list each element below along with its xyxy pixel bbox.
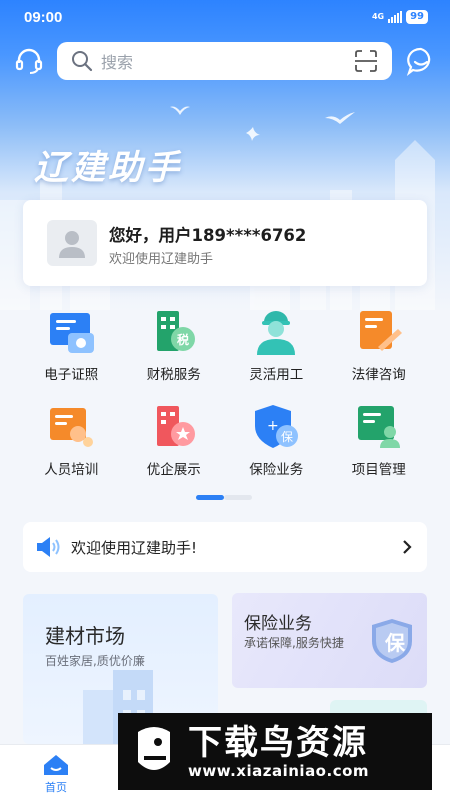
chevron-right-icon bbox=[403, 540, 412, 554]
grid-item-tax-service[interactable]: 税 财税服务 bbox=[123, 305, 226, 400]
user-greeting-card[interactable]: 您好，用户189****6762 欢迎使用辽建助手 bbox=[23, 200, 427, 286]
nav-home-label: 首页 bbox=[45, 781, 67, 794]
market-card-subtitle: 百姓家居,质优价廉 bbox=[45, 654, 145, 668]
training-icon bbox=[50, 408, 94, 447]
grid-item-flexible-employment[interactable]: 灵活用工 bbox=[225, 305, 328, 400]
grid-label: 人员培训 bbox=[44, 462, 99, 478]
bird-icon bbox=[170, 106, 190, 115]
insurance-badge: 保 bbox=[385, 631, 405, 655]
scan-icon[interactable] bbox=[354, 50, 378, 72]
search-row: 搜索 bbox=[0, 42, 450, 82]
svg-text:保: 保 bbox=[281, 430, 293, 444]
grid-label: 项目管理 bbox=[351, 462, 406, 478]
greeting-subtitle: 欢迎使用辽建助手 bbox=[109, 252, 214, 267]
notice-text: 欢迎使用辽建助手! bbox=[71, 538, 198, 557]
battery-indicator: 99 bbox=[406, 10, 428, 24]
insurance-shield-icon: + 保 bbox=[255, 405, 299, 448]
grid-item-staff-training[interactable]: 人员培训 bbox=[20, 400, 123, 495]
grid-label: 电子证照 bbox=[44, 367, 99, 383]
user-avatar-icon bbox=[59, 231, 85, 258]
grid-item-legal-consulting[interactable]: 法律咨询 bbox=[328, 305, 431, 400]
watermark-url: www.xiazainiao.com bbox=[188, 761, 370, 780]
worker-icon bbox=[257, 311, 296, 355]
watermark-overlay: 下载鸟资源 www.xiazainiao.com bbox=[118, 713, 432, 790]
bird-logo-icon bbox=[138, 726, 170, 770]
search-placeholder: 搜索 bbox=[101, 53, 134, 72]
certificate-icon bbox=[50, 313, 95, 353]
enterprise-star-icon bbox=[156, 406, 195, 446]
status-indicators: 4G 99 bbox=[372, 10, 428, 24]
search-icon bbox=[72, 51, 93, 72]
grid-label: 财税服务 bbox=[146, 367, 201, 383]
speaker-icon bbox=[37, 537, 60, 557]
insurance-card-title: 保险业务 bbox=[244, 614, 312, 634]
status-time: 09:00 bbox=[24, 8, 63, 26]
nav-home[interactable]: 首页 bbox=[36, 753, 76, 795]
network-label: 4G bbox=[371, 12, 385, 21]
tax-building-icon: 税 bbox=[156, 311, 195, 351]
avatar[interactable] bbox=[47, 220, 97, 266]
legal-document-icon bbox=[359, 311, 402, 351]
greeting-title: 您好，用户189****6762 bbox=[109, 226, 307, 245]
grid-item-enterprise-showcase[interactable]: 优企展示 bbox=[123, 400, 226, 495]
page-dot bbox=[224, 495, 252, 500]
home-icon bbox=[44, 755, 68, 775]
grid-label: 灵活用工 bbox=[249, 367, 304, 383]
hero-title: 辽建助手 bbox=[34, 148, 182, 188]
watermark-title: 下载鸟资源 bbox=[188, 722, 368, 763]
insurance-card-subtitle: 承诺保障,服务快捷 bbox=[244, 636, 344, 650]
grid-label: 优企展示 bbox=[146, 462, 201, 478]
bird-icon bbox=[246, 127, 260, 141]
search-input[interactable]: 搜索 bbox=[57, 42, 392, 80]
grid-item-project-management[interactable]: 项目管理 bbox=[328, 400, 431, 495]
status-bar: 09:00 4G 99 bbox=[0, 0, 450, 34]
grid-label: 法律咨询 bbox=[351, 367, 406, 383]
project-icon bbox=[357, 406, 400, 448]
insurance-card[interactable]: 保险业务 承诺保障,服务快捷 保 bbox=[232, 593, 427, 688]
grid-item-e-certificate[interactable]: 电子证照 bbox=[20, 305, 123, 400]
market-card-title: 建材市场 bbox=[45, 624, 125, 648]
grid-item-insurance[interactable]: + 保 保险业务 bbox=[225, 400, 328, 495]
grid-label: 保险业务 bbox=[249, 462, 304, 478]
customer-service-headset-icon[interactable] bbox=[14, 46, 44, 76]
signal-icon bbox=[388, 11, 403, 23]
svg-text:税: 税 bbox=[177, 332, 189, 347]
service-grid: 电子证照 税 财税服务 灵活用工 法律咨询 人员培训 优企展示 + 保 保险业务… bbox=[20, 305, 430, 495]
page-dot-active bbox=[196, 495, 224, 500]
notice-bar[interactable]: 欢迎使用辽建助手! bbox=[23, 522, 427, 572]
bird-icon bbox=[325, 112, 355, 124]
grid-page-indicator[interactable] bbox=[196, 495, 252, 500]
message-icon[interactable] bbox=[406, 46, 436, 76]
